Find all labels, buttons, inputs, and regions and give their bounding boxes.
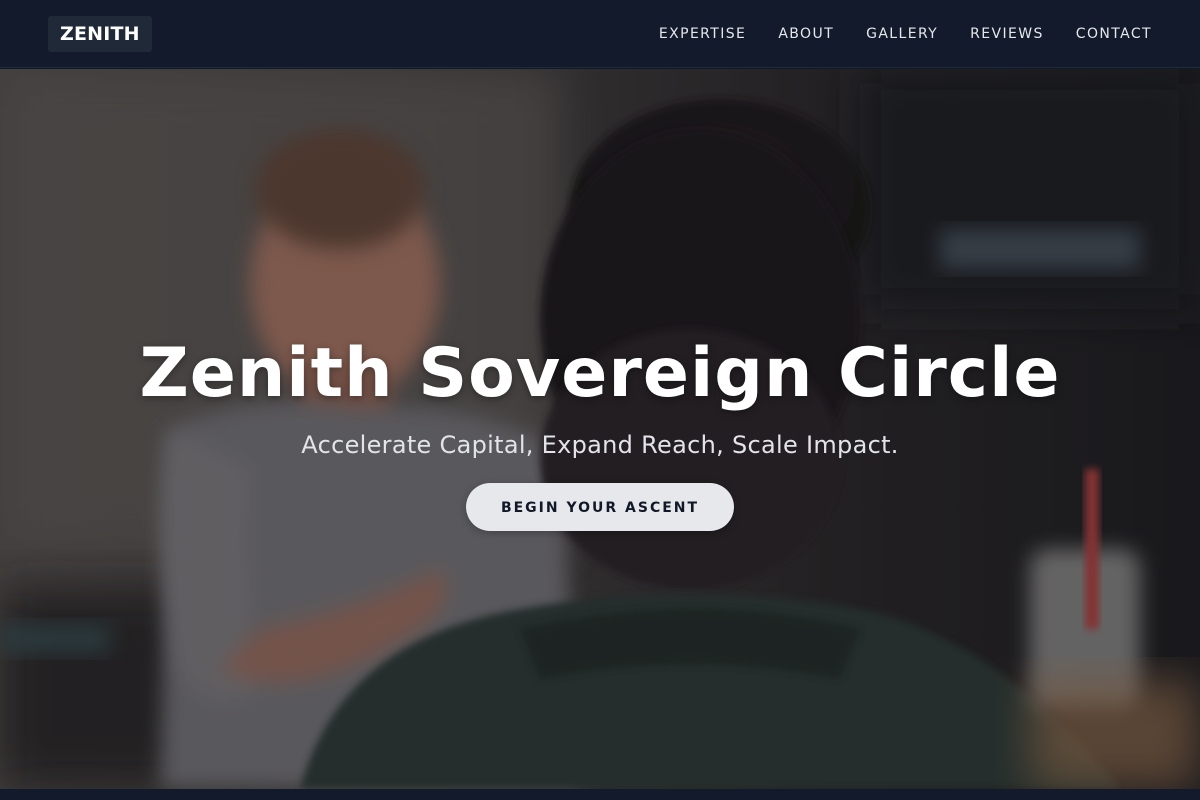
hero-content: Zenith Sovereign Circle Accelerate Capit…: [0, 331, 1200, 531]
nav-link-about[interactable]: ABOUT: [778, 26, 834, 42]
next-section-edge: [0, 789, 1200, 800]
nav-link-gallery[interactable]: GALLERY: [866, 26, 938, 42]
top-navbar: ZENITH EXPERTISE ABOUT GALLERY REVIEWS C…: [0, 0, 1200, 68]
hero-section: Zenith Sovereign Circle Accelerate Capit…: [0, 69, 1200, 789]
hero-title: Zenith Sovereign Circle: [139, 334, 1061, 413]
nav-link-reviews[interactable]: REVIEWS: [970, 26, 1044, 42]
nav-link-expertise[interactable]: EXPERTISE: [659, 26, 746, 42]
begin-ascent-button[interactable]: BEGIN YOUR ASCENT: [466, 483, 734, 531]
nav-link-contact[interactable]: CONTACT: [1076, 26, 1152, 42]
nav-links: EXPERTISE ABOUT GALLERY REVIEWS CONTACT: [659, 0, 1152, 68]
hero-subtitle: Accelerate Capital, Expand Reach, Scale …: [301, 431, 899, 459]
brand-logo[interactable]: ZENITH: [48, 16, 152, 52]
